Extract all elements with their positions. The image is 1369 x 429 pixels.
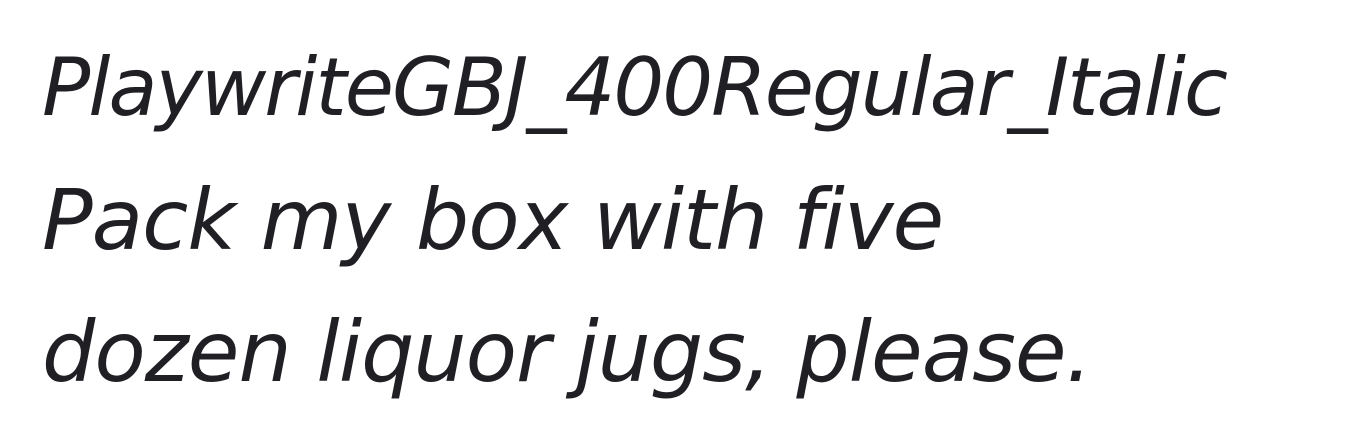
font-specimen: PlaywriteGBJ_400Regular_Italic Pack my b… <box>42 22 1352 418</box>
sample-text-line-2: dozen liquor jugs, please. <box>42 303 1092 401</box>
font-name-title: PlaywriteGBJ_400Regular_Italic <box>42 41 1228 134</box>
sample-text-line-1: Pack my box with five <box>42 171 944 269</box>
